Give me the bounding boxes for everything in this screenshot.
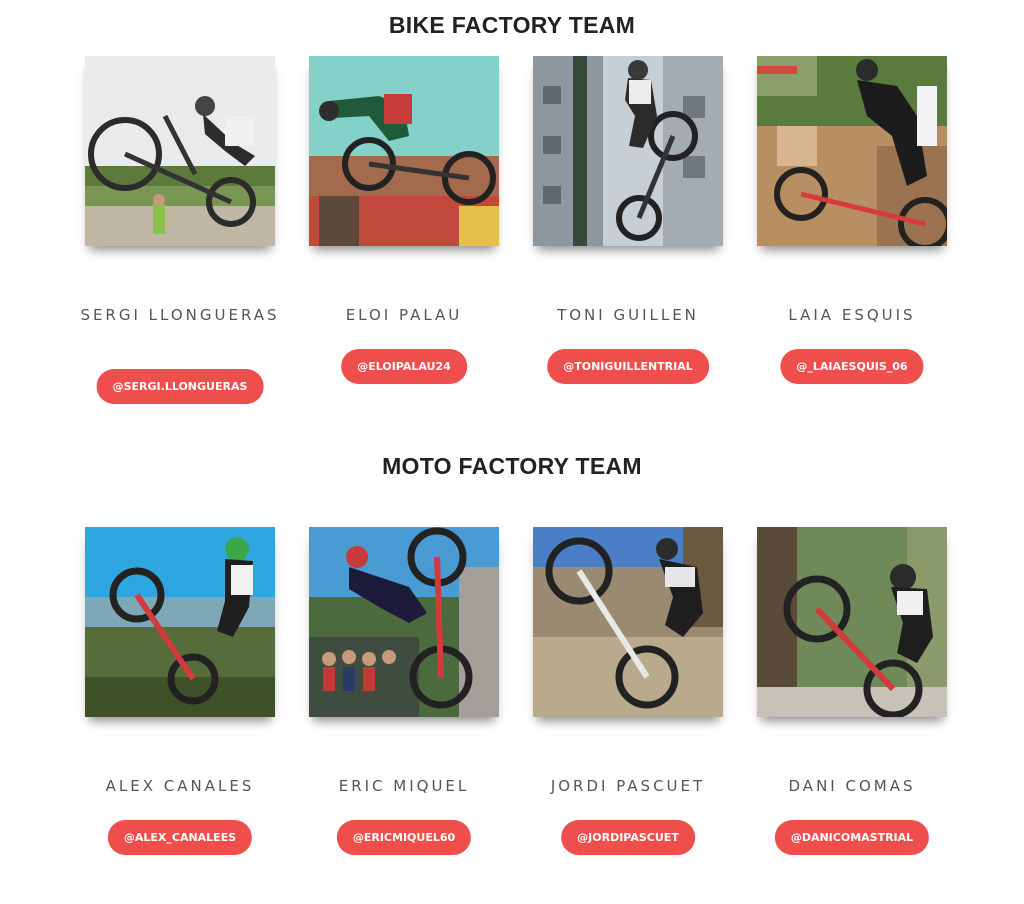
instagram-handle-button[interactable]: @_LAIAESQUIS_06: [780, 349, 924, 384]
rider-photo: [757, 527, 947, 717]
rider-photo: [533, 527, 723, 717]
rider-photo: [309, 56, 499, 246]
member-name: ELOI PALAU: [345, 306, 463, 324]
moto-factory-team-title: MOTO FACTORY TEAM: [382, 453, 642, 479]
member-name: TONI GUILLEN: [557, 306, 699, 324]
rider-photo: [757, 56, 947, 246]
rider-photo: [309, 527, 499, 717]
team-member-card: DANI COMAS @DANICOMASTRIAL: [757, 527, 947, 855]
instagram-handle-button[interactable]: @ERICMIQUEL60: [336, 820, 472, 855]
team-member-card: JORDI PASCUET @JORDIPASCUET: [533, 527, 723, 855]
team-member-card: ERIC MIQUEL @ERICMIQUEL60: [309, 527, 499, 855]
rider-photo: [533, 56, 723, 246]
team-member-card: ALEX CANALES @ALEX_CANALEES: [85, 527, 275, 855]
team-member-card: LAIA ESQUIS @_LAIAESQUIS_06: [757, 56, 947, 384]
team-member-card: TONI GUILLEN @TONIGUILLENTRIAL: [533, 56, 723, 384]
team-member-card: ELOI PALAU @ELOIPALAU24: [309, 56, 499, 384]
bike-factory-team-title: BIKE FACTORY TEAM: [388, 12, 636, 38]
member-name: ERIC MIQUEL: [338, 777, 470, 795]
member-name: LAIA ESQUIS: [788, 306, 916, 324]
member-name: DANI COMAS: [788, 777, 916, 795]
instagram-handle-button[interactable]: @TONIGUILLENTRIAL: [547, 349, 709, 384]
moto-team-grid: ALEX CANALES @ALEX_CANALEES ERIC MIQUEL …: [0, 527, 1024, 887]
team-member-card: SERGI LLONGUERAS @SERGI.LLONGUERAS: [80, 56, 277, 404]
rider-photo: [85, 527, 275, 717]
instagram-handle-button[interactable]: @ELOIPALAU24: [341, 349, 467, 384]
instagram-handle-button[interactable]: @SERGI.LLONGUERAS: [96, 369, 264, 404]
instagram-handle-button[interactable]: @JORDIPASCUET: [561, 820, 695, 855]
instagram-handle-button[interactable]: @ALEX_CANALEES: [107, 820, 253, 855]
rider-photo: [85, 56, 275, 246]
member-name: ALEX CANALES: [105, 777, 255, 795]
member-name: SERGI LLONGUERAS: [80, 306, 280, 324]
bike-team-grid: SERGI LLONGUERAS @SERGI.LLONGUERAS ELOI …: [0, 56, 1024, 416]
member-name: JORDI PASCUET: [550, 777, 706, 795]
instagram-handle-button[interactable]: @DANICOMASTRIAL: [774, 820, 930, 855]
